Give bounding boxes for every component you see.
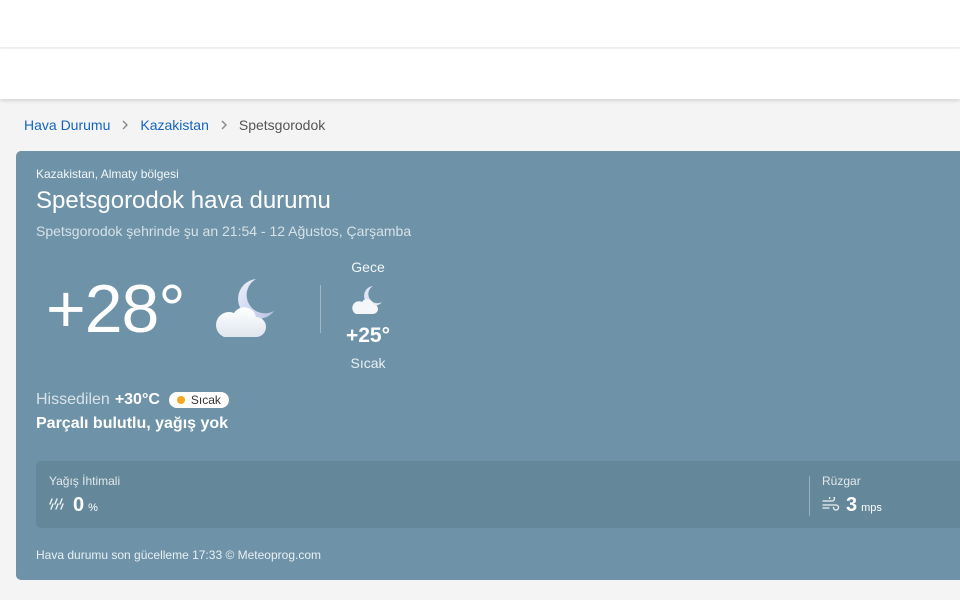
feels-like-row: Hissedilen +30°C Sıcak: [36, 391, 229, 409]
navigation-bar: [0, 49, 960, 99]
rain-chance-number: 0: [73, 494, 85, 516]
weather-stats-panel: Yağış İhtimali 0 % Rüzgar 3 mps: [36, 461, 960, 528]
weather-condition: Parçalı bulutlu, yağış yok: [36, 415, 229, 432]
breadcrumb-current: Spetsgorodok: [238, 117, 326, 133]
current-temperature: +28°: [46, 271, 186, 347]
night-description: Sıcak: [350, 355, 386, 371]
breadcrumb: Hava Durumu Kazakistan Spetsgorodok: [24, 116, 325, 134]
breadcrumb-link-weather[interactable]: Hava Durumu: [24, 117, 110, 133]
dot-icon: [176, 396, 185, 404]
update-note: Hava durumu son gücelleme 17:33 © Meteop…: [36, 548, 321, 562]
rain-chance-unit: %: [88, 502, 98, 514]
moon-cloud-icon: [216, 279, 274, 337]
wind-speed-number: 3: [846, 494, 858, 516]
wind-speed-unit: mps: [861, 502, 882, 514]
wind-value: 3 mps: [846, 494, 882, 517]
page-title: Spetsgorodok hava durumu: [36, 187, 331, 214]
region-label: Kazakistan, Almaty bölgesi: [36, 167, 179, 181]
moon-cloud-icon: [352, 286, 382, 314]
night-temperature: +25°: [345, 324, 391, 347]
current-time-subtitle: Spetsgorodok şehrinde şu an 21:54 - 12 A…: [36, 223, 412, 239]
status-badge: Sıcak: [168, 392, 229, 408]
divider: [809, 476, 810, 516]
rain-chance-value: 0 %: [73, 494, 98, 517]
chevron-right-icon: [121, 120, 129, 130]
status-badge-label: Sıcak: [190, 393, 221, 407]
wind-label: Rüzgar: [822, 474, 861, 488]
rain-chance-label: Yağış İhtimali: [49, 474, 121, 488]
chevron-right-icon: [220, 120, 228, 130]
feels-like-value: +30°C: [114, 391, 160, 408]
night-forecast: Gece +25° Sıcak: [336, 259, 400, 371]
breadcrumb-link-country[interactable]: Kazakistan: [140, 117, 208, 133]
weather-card: Kazakistan, Almaty bölgesi Spetsgorodok …: [16, 151, 960, 580]
top-header: [0, 0, 960, 48]
wind-icon: [822, 497, 840, 511]
feels-like-label: Hissedilen: [36, 391, 110, 408]
rain-icon: [49, 498, 64, 510]
divider: [320, 285, 321, 333]
night-label: Gece: [351, 259, 385, 275]
